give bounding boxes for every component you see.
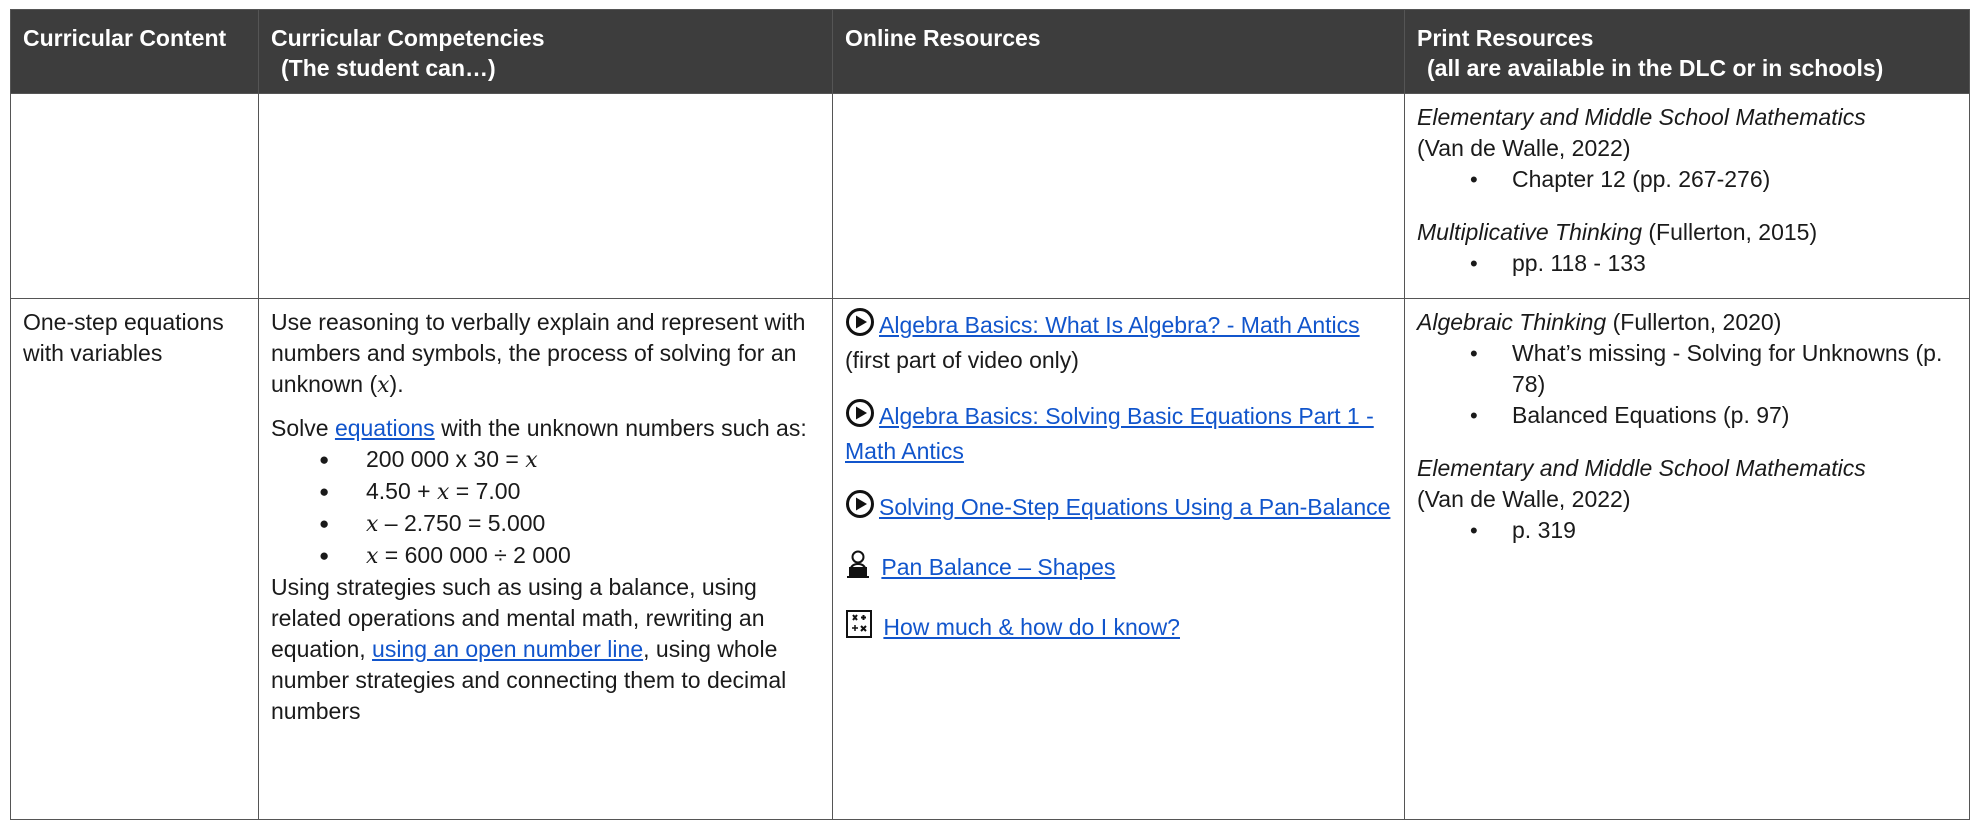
table-row: Elementary and Middle School Mathematics… bbox=[10, 93, 1970, 299]
header-print-resources: Print Resources (all are available in th… bbox=[1404, 9, 1970, 94]
competency-paragraph: Solve equations with the unknown numbers… bbox=[271, 415, 807, 441]
cell-competencies: Use reasoning to verbally explain and re… bbox=[258, 298, 833, 820]
video-link-what-is-algebra[interactable]: Algebra Basics: What Is Algebra? - Math … bbox=[879, 312, 1360, 338]
book-title: Elementary and Middle School Mathematics bbox=[1417, 104, 1866, 130]
header-competencies-sub: (The student can…) bbox=[281, 55, 496, 81]
header-row: Curricular Content Curricular Competenci… bbox=[10, 9, 1970, 94]
video-link-pan-balance[interactable]: Solving One-Step Equations Using a Pan-B… bbox=[879, 494, 1390, 520]
equation-item: 4.50 + x = 7.00 bbox=[319, 476, 820, 508]
book-items: pp. 118 - 133 bbox=[1417, 248, 1957, 279]
book-title: Algebraic Thinking bbox=[1417, 309, 1607, 335]
cell-print-resources: Algebraic Thinking (Fullerton, 2020) Wha… bbox=[1404, 298, 1970, 820]
book-title: Elementary and Middle School Mathematics bbox=[1417, 455, 1866, 481]
list-item: Chapter 12 (pp. 267-276) bbox=[1470, 164, 1957, 195]
math-operations-icon bbox=[845, 609, 873, 647]
equation-item: x – 2.750 = 5.000 bbox=[319, 508, 820, 540]
cell-online-empty bbox=[832, 93, 1405, 299]
header-online-resources: Online Resources bbox=[832, 9, 1405, 94]
content-topic: One-step equations with variables bbox=[23, 309, 224, 366]
video-link-solving-basic-equations[interactable]: Algebra Basics: Solving Basic Equations … bbox=[845, 403, 1374, 464]
book-title: Multiplicative Thinking bbox=[1417, 219, 1642, 245]
online-resource: Algebra Basics: What Is Algebra? - Math … bbox=[845, 307, 1392, 376]
print-book-entry: Algebraic Thinking (Fullerton, 2020) bbox=[1417, 307, 1957, 338]
list-item: p. 319 bbox=[1470, 515, 1957, 546]
competency-paragraph: Using strategies such as using a balance… bbox=[271, 574, 787, 724]
book-items: p. 319 bbox=[1417, 515, 1957, 546]
book-citation: (Van de Walle, 2022) bbox=[1417, 135, 1631, 161]
print-book-entry: Elementary and Middle School Mathematics… bbox=[1417, 102, 1957, 164]
header-online-label: Online Resources bbox=[845, 25, 1041, 51]
header-print-label: Print Resources bbox=[1417, 25, 1594, 51]
equation-item: x = 600 000 ÷ 2 000 bbox=[319, 540, 820, 572]
header-curricular-competencies: Curricular Competencies (The student can… bbox=[258, 9, 833, 94]
play-icon bbox=[845, 489, 875, 527]
online-resource: How much & how do I know? bbox=[845, 609, 1392, 647]
list-item: pp. 118 - 133 bbox=[1470, 248, 1957, 279]
open-number-line-link[interactable]: using an open number line bbox=[372, 636, 643, 662]
print-book-entry: Elementary and Middle School Mathematics… bbox=[1417, 453, 1957, 515]
resource-note: (first part of video only) bbox=[845, 347, 1079, 373]
pan-balance-shapes-link[interactable]: Pan Balance – Shapes bbox=[881, 554, 1115, 580]
list-item: What’s missing - Solving for Unknowns (p… bbox=[1470, 338, 1957, 400]
header-curricular-content: Curricular Content bbox=[10, 9, 259, 94]
book-citation: (Fullerton, 2015) bbox=[1641, 219, 1818, 245]
cell-content-empty bbox=[10, 93, 259, 299]
equation-item: 200 000 x 30 = x bbox=[319, 444, 820, 476]
book-items: What’s missing - Solving for Unknowns (p… bbox=[1417, 338, 1957, 431]
online-resource: Solving One-Step Equations Using a Pan-B… bbox=[845, 489, 1392, 527]
online-resource: Algebra Basics: Solving Basic Equations … bbox=[845, 398, 1392, 467]
book-citation: (Van de Walle, 2022) bbox=[1417, 486, 1631, 512]
table-row: One-step equations with variables Use re… bbox=[10, 298, 1970, 820]
play-icon bbox=[845, 398, 875, 436]
online-resource: Pan Balance – Shapes bbox=[845, 549, 1392, 587]
how-much-link[interactable]: How much & how do I know? bbox=[883, 614, 1180, 640]
header-competencies-label: Curricular Competencies bbox=[271, 25, 545, 51]
play-icon bbox=[845, 307, 875, 345]
equation-list: 200 000 x 30 = x 4.50 + x = 7.00 x – 2.7… bbox=[271, 444, 820, 572]
equations-link[interactable]: equations bbox=[335, 415, 435, 441]
print-book-entry: Multiplicative Thinking (Fullerton, 2015… bbox=[1417, 217, 1957, 248]
competency-paragraph: Use reasoning to verbally explain and re… bbox=[271, 309, 806, 398]
cell-content: One-step equations with variables bbox=[10, 298, 259, 820]
header-print-sub: (all are available in the DLC or in scho… bbox=[1427, 55, 1884, 81]
book-items: Chapter 12 (pp. 267-276) bbox=[1417, 164, 1957, 195]
header-content-label: Curricular Content bbox=[23, 25, 227, 51]
list-item: Balanced Equations (p. 97) bbox=[1470, 400, 1957, 431]
cell-online-resources: Algebra Basics: What Is Algebra? - Math … bbox=[832, 298, 1405, 820]
student-computer-icon bbox=[845, 549, 871, 587]
cell-competencies-empty bbox=[258, 93, 833, 299]
curriculum-table: Curricular Content Curricular Competenci… bbox=[10, 9, 1970, 820]
book-citation: (Fullerton, 2020) bbox=[1606, 309, 1782, 335]
cell-print-resources: Elementary and Middle School Mathematics… bbox=[1404, 93, 1970, 299]
